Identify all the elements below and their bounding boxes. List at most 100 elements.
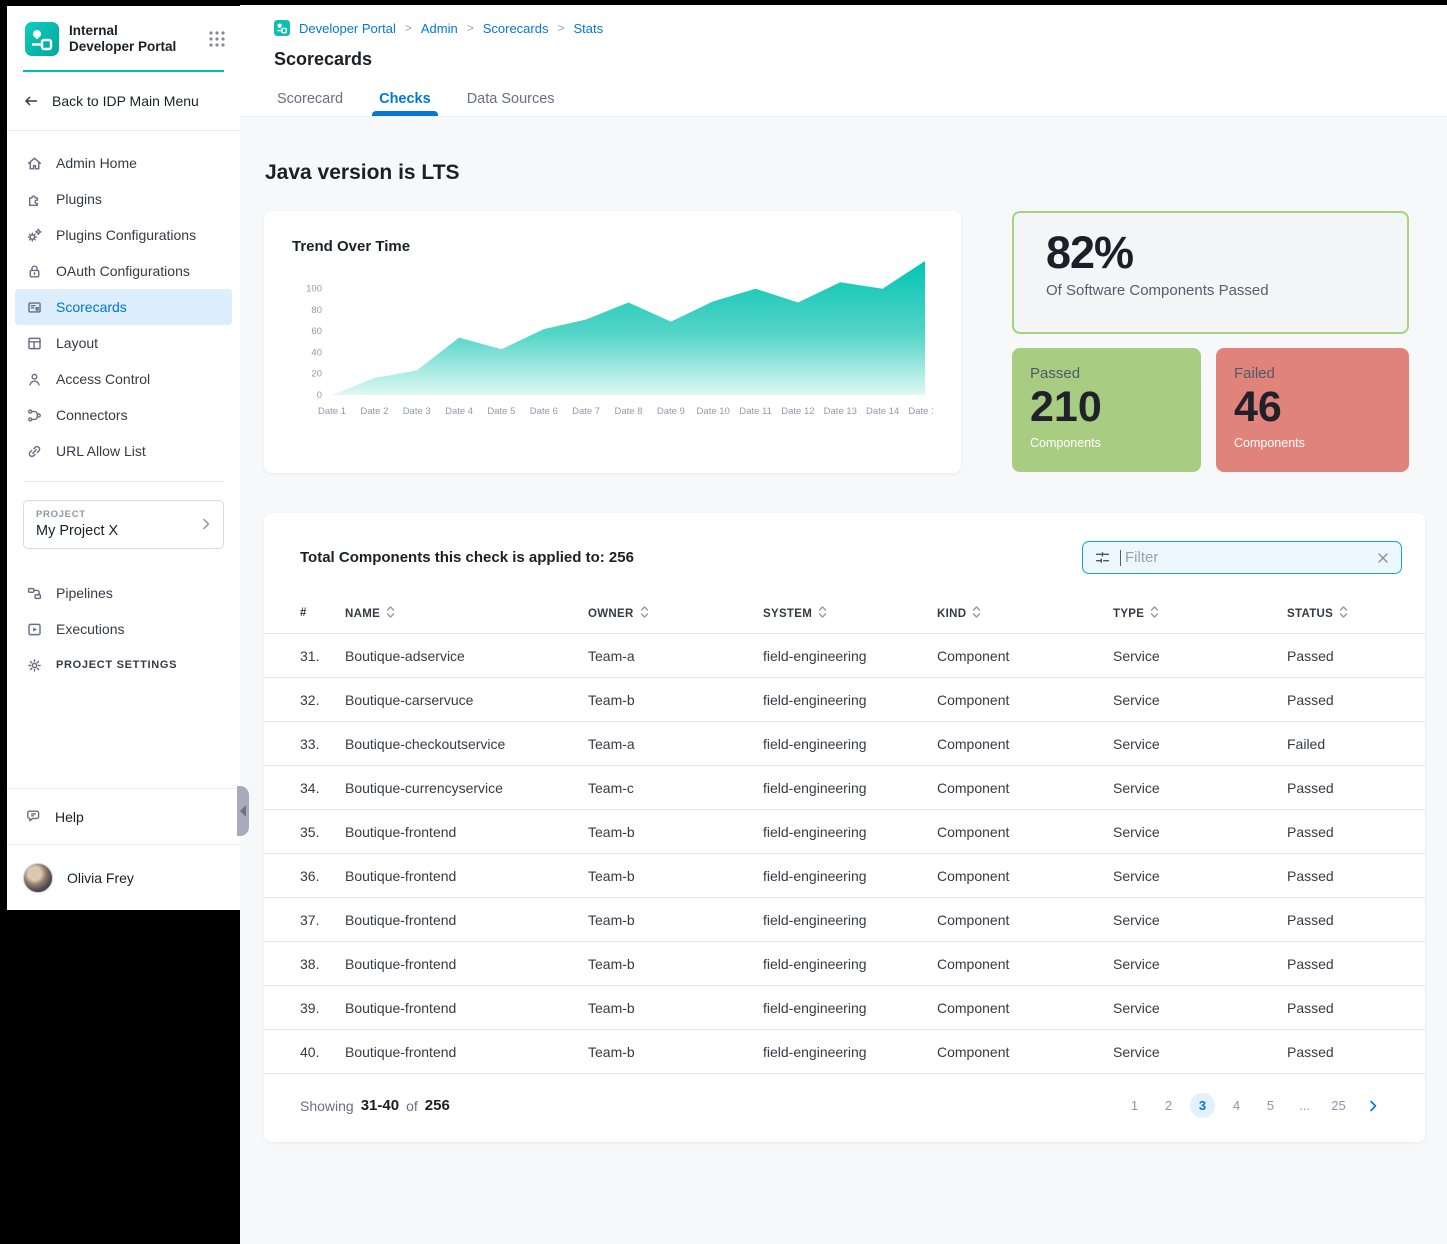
pagination-page-2[interactable]: 2 [1156, 1093, 1181, 1118]
tab-data-sources[interactable]: Data Sources [467, 91, 555, 116]
cell-status: Passed [1287, 810, 1425, 854]
table-row[interactable]: 40.Boutique-frontendTeam-bfield-engineer… [264, 1030, 1425, 1074]
svg-text:Date 1: Date 1 [318, 406, 346, 417]
sidebar-item-scorecards[interactable]: Scorecards [15, 289, 232, 325]
filter-sliders-icon[interactable] [1094, 549, 1111, 566]
cell-kind: Component [937, 678, 1113, 722]
back-label: Back to IDP Main Menu [52, 93, 199, 109]
sidebar-item-access-control[interactable]: Access Control [15, 361, 232, 397]
table-row[interactable]: 37.Boutique-frontendTeam-bfield-engineer… [264, 898, 1425, 942]
breadcrumb-link-scorecards[interactable]: Scorecards [483, 21, 549, 36]
table-row[interactable]: 36.Boutique-frontendTeam-bfield-engineer… [264, 854, 1425, 898]
cell-owner: Team-a [588, 634, 763, 678]
sidebar-item-label: OAuth Configurations [56, 263, 190, 279]
column-header-system[interactable]: SYSTEM [763, 598, 937, 634]
svg-text:Date 15: Date 15 [908, 406, 933, 417]
failed-value: 46 [1234, 386, 1391, 429]
help-button[interactable]: Help [7, 788, 240, 844]
svg-text:80: 80 [311, 305, 322, 316]
table-row[interactable]: 39.Boutique-frontendTeam-bfield-engineer… [264, 986, 1425, 1030]
cell-name: Boutique-currencyservice [345, 766, 588, 810]
cell-type: Service [1113, 634, 1287, 678]
svg-text:Date 5: Date 5 [487, 406, 515, 417]
sidebar-collapse-handle[interactable] [237, 786, 249, 836]
lock-icon [26, 263, 43, 280]
sidebar-item-label: Scorecards [56, 299, 127, 315]
sort-icon [1339, 606, 1348, 618]
cell-status: Passed [1287, 1030, 1425, 1074]
passed-label: Passed [1030, 365, 1183, 382]
sidebar-item-plugins-configurations[interactable]: Plugins Configurations [15, 217, 232, 253]
table-row[interactable]: 33.Boutique-checkoutserviceTeam-afield-e… [264, 722, 1425, 766]
table-row[interactable]: 38.Boutique-frontendTeam-bfield-engineer… [264, 942, 1425, 986]
pagination-page-1[interactable]: 1 [1122, 1093, 1147, 1118]
tab-checks[interactable]: Checks [379, 91, 431, 116]
pagination-page-3[interactable]: 3 [1190, 1093, 1215, 1118]
pagination-next-button[interactable] [1365, 1098, 1381, 1114]
stats-row: Trend Over Time 020406080100Date 1Date 2… [264, 211, 1425, 473]
cell-kind: Component [937, 898, 1113, 942]
tab-scorecard[interactable]: Scorecard [277, 91, 343, 116]
cell-owner: Team-b [588, 986, 763, 1030]
pagination-page-4[interactable]: 4 [1224, 1093, 1249, 1118]
breadcrumb-link-developer-portal[interactable]: Developer Portal [299, 21, 396, 36]
cell-system: field-engineering [763, 678, 937, 722]
table-row[interactable]: 31.Boutique-adserviceTeam-afield-enginee… [264, 634, 1425, 678]
main-area: Developer Portal>Admin>Scorecards>Stats … [240, 5, 1447, 1244]
breadcrumb-separator: > [467, 21, 474, 35]
table-row[interactable]: 35.Boutique-frontendTeam-bfield-engineer… [264, 810, 1425, 854]
column-header-kind[interactable]: KIND [937, 598, 1113, 634]
components-table-card: Total Components this check is applied t… [264, 513, 1425, 1142]
cell-name: Boutique-frontend [345, 942, 588, 986]
pagination-page-5[interactable]: 5 [1258, 1093, 1283, 1118]
project-selector[interactable]: PROJECT My Project X [23, 500, 224, 549]
gears-icon [26, 227, 43, 244]
sidebar-item-admin-home[interactable]: Admin Home [15, 145, 232, 181]
user-profile[interactable]: Olivia Frey [7, 844, 240, 910]
close-icon[interactable] [1376, 551, 1390, 565]
sidebar-item-oauth-configurations[interactable]: OAuth Configurations [15, 253, 232, 289]
cell-kind: Component [937, 766, 1113, 810]
column-header-status[interactable]: STATUS [1287, 598, 1425, 634]
sort-icon [972, 606, 981, 618]
column-header-type[interactable]: TYPE [1113, 598, 1287, 634]
table-row[interactable]: 32.Boutique-carservuceTeam-bfield-engine… [264, 678, 1425, 722]
sidebar-item-url-allow-list[interactable]: URL Allow List [15, 433, 232, 469]
passed-unit: Components [1030, 436, 1183, 450]
cell-type: Service [1113, 722, 1287, 766]
cell-type: Service [1113, 898, 1287, 942]
sidebar-item-connectors[interactable]: Connectors [15, 397, 232, 433]
sidebar-item-plugins[interactable]: Plugins [15, 181, 232, 217]
pagination-page-25[interactable]: 25 [1326, 1093, 1351, 1118]
pagination: 12345...25 [1122, 1093, 1381, 1118]
breadcrumb-link-admin[interactable]: Admin [421, 21, 458, 36]
breadcrumb: Developer Portal>Admin>Scorecards>Stats [274, 20, 1447, 36]
cell-status: Passed [1287, 678, 1425, 722]
sidebar-item-project-settings[interactable]: PROJECT SETTINGS [15, 647, 232, 683]
filter-input[interactable] [1125, 549, 1367, 566]
cell-owner: Team-a [588, 722, 763, 766]
cell-system: field-engineering [763, 810, 937, 854]
sidebar-bottom: Help Olivia Frey [7, 788, 240, 910]
layout-icon [26, 335, 43, 352]
sidebar-item-label: PROJECT SETTINGS [56, 659, 177, 671]
cell-system: field-engineering [763, 986, 937, 1030]
apps-grid-icon[interactable] [208, 30, 226, 48]
cell-status: Passed [1287, 986, 1425, 1030]
sidebar-item-executions[interactable]: Executions [15, 611, 232, 647]
sidebar-item-pipelines[interactable]: Pipelines [15, 575, 232, 611]
cell-status: Failed [1287, 722, 1425, 766]
text-caret [1120, 550, 1121, 566]
chart-title: Trend Over Time [292, 238, 933, 255]
column-header-name[interactable]: NAME [345, 598, 588, 634]
pass-rate-percent: 82% [1046, 227, 1375, 279]
breadcrumb-link-stats[interactable]: Stats [573, 21, 603, 36]
trend-area-chart: 020406080100Date 1Date 2Date 3Date 4Date… [292, 255, 933, 425]
table-row[interactable]: 34.Boutique-currencyserviceTeam-cfield-e… [264, 766, 1425, 810]
sidebar: Internal Developer Portal Back to IDP Ma… [7, 6, 240, 910]
sidebar-item-layout[interactable]: Layout [15, 325, 232, 361]
back-to-main-menu[interactable]: Back to IDP Main Menu [7, 72, 240, 131]
content-area: Java version is LTS Trend Over Time 0204… [240, 116, 1447, 1244]
cell-owner: Team-b [588, 810, 763, 854]
column-header-owner[interactable]: OWNER [588, 598, 763, 634]
